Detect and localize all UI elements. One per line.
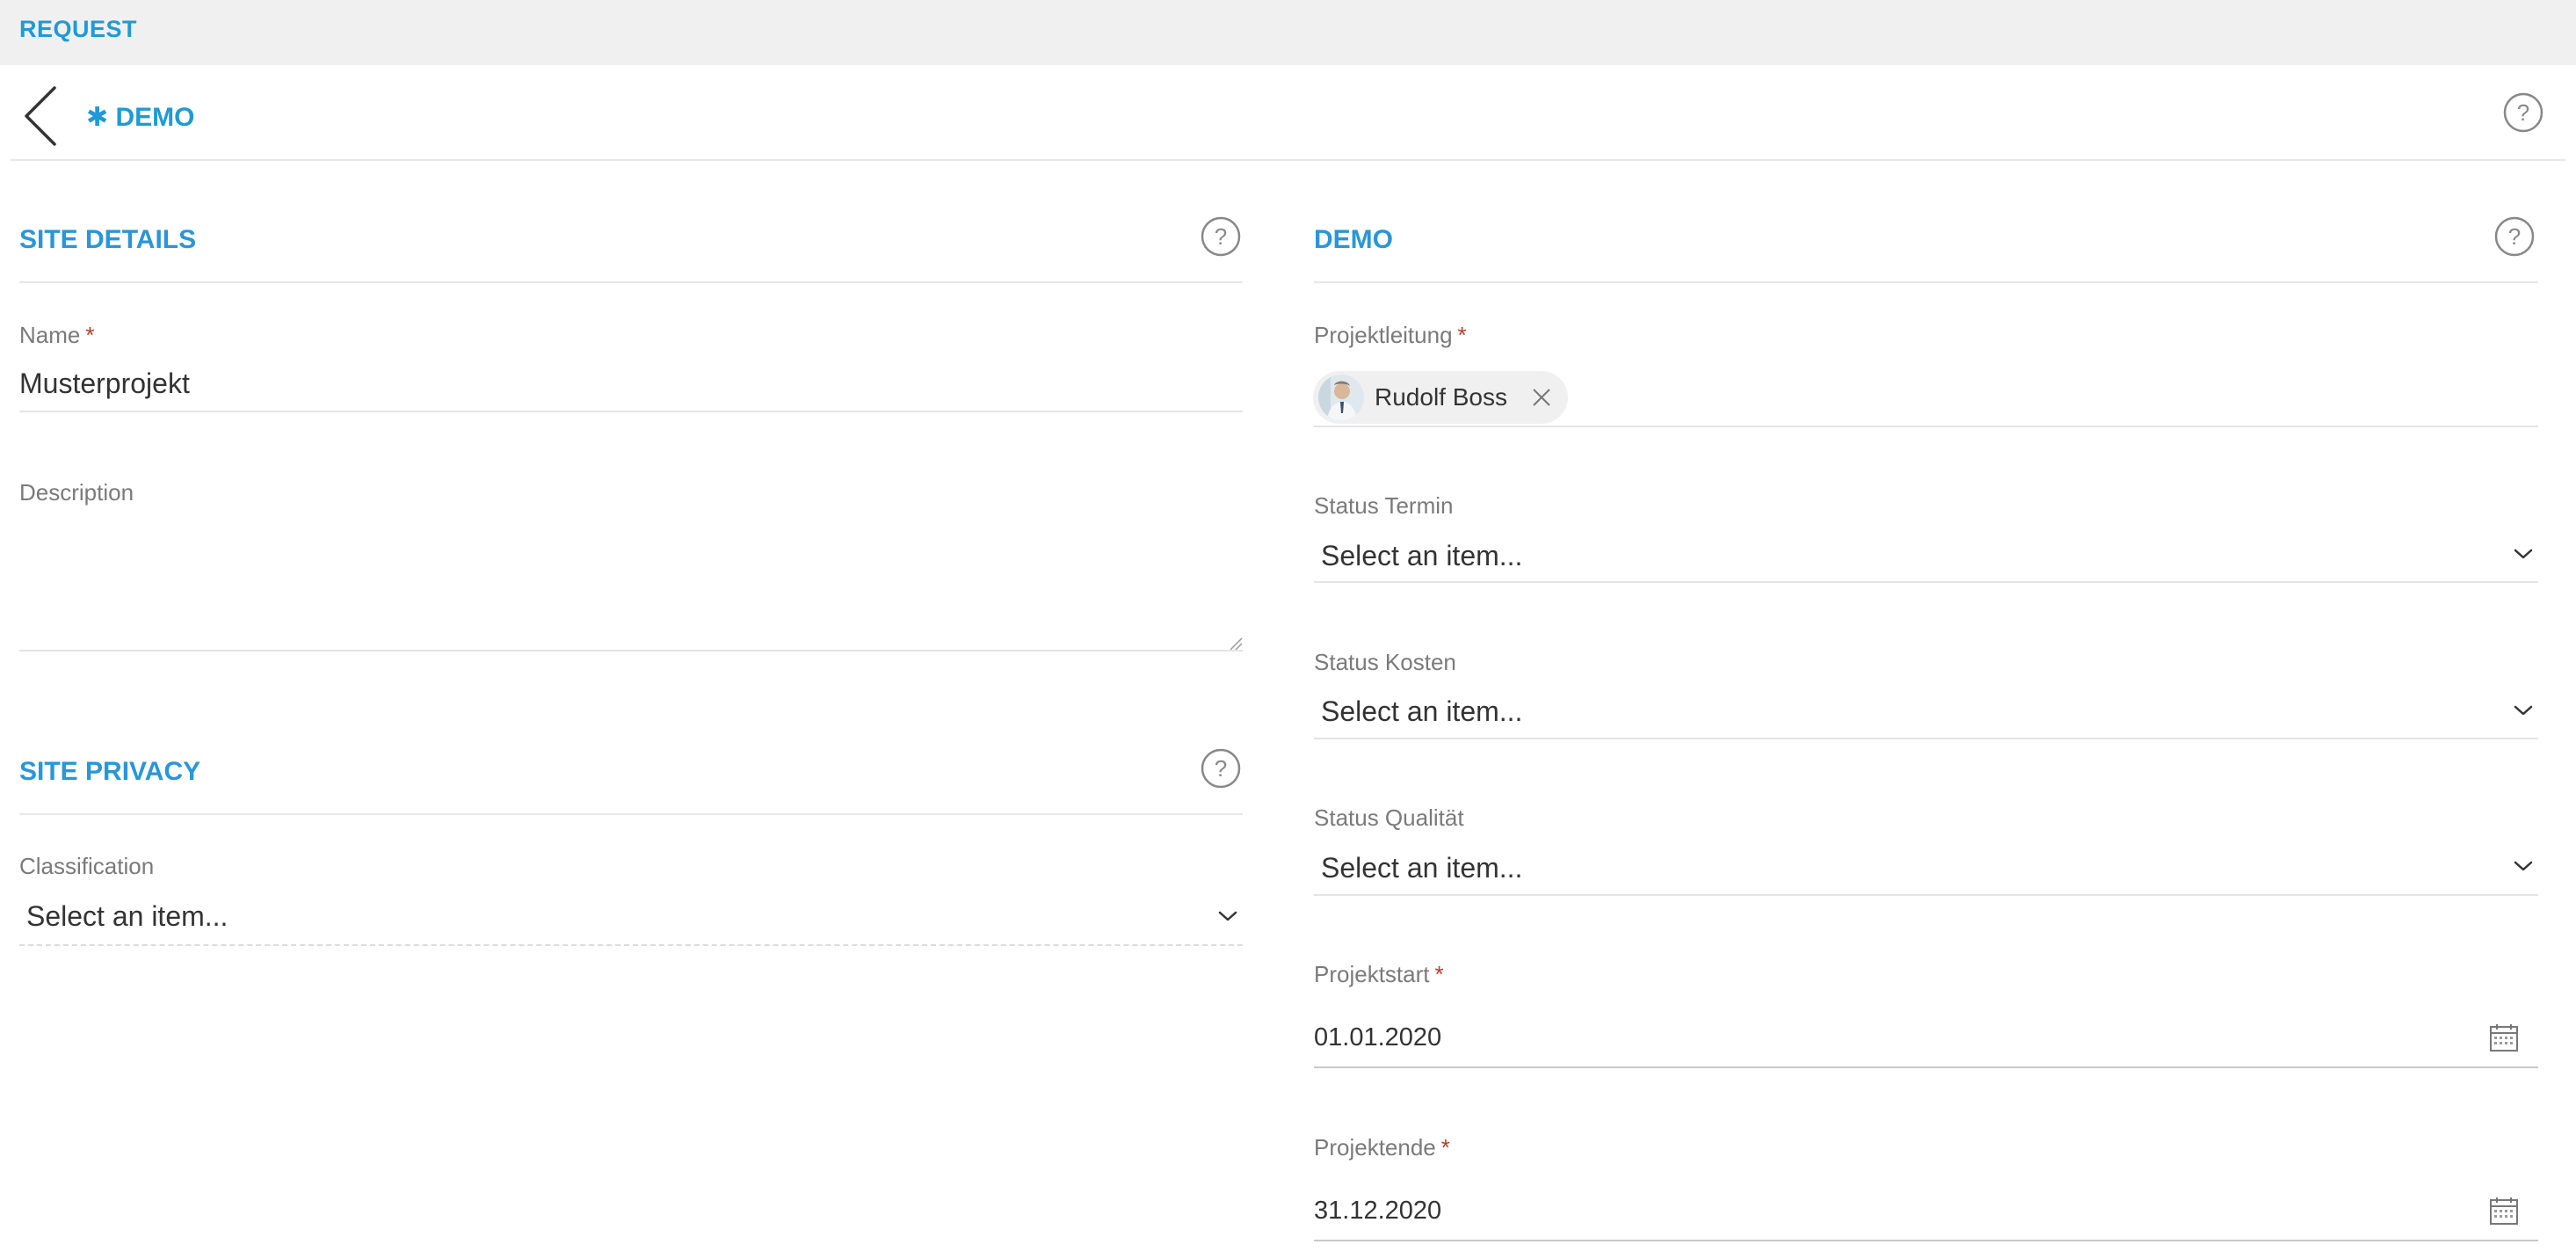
required-marker: * <box>1440 1134 1450 1161</box>
calendar-icon[interactable] <box>2489 1022 2519 1052</box>
chevron-down-icon[interactable] <box>2512 859 2535 873</box>
section-divider <box>19 281 1243 283</box>
avatar <box>1318 375 1364 420</box>
question-circle-icon[interactable]: ? <box>1200 215 1242 258</box>
projektende-label: Projektende * <box>1314 1134 1450 1161</box>
projektleitung-label: Projektleitung * <box>1314 322 1467 348</box>
status-kosten-select[interactable]: Select an item... <box>1321 695 1522 728</box>
question-circle-icon[interactable]: ? <box>2493 215 2536 258</box>
person-name: Rudolf Boss <box>1375 383 1507 411</box>
app-title: REQUEST <box>19 16 138 42</box>
demo-section-title: DEMO <box>1314 225 1393 254</box>
svg-text:?: ? <box>2508 223 2521 250</box>
status-termin-select[interactable]: Select an item... <box>1321 540 1522 572</box>
projektstart-date-input[interactable]: 01.01.2020 <box>1314 1023 1441 1052</box>
required-marker: * <box>85 322 95 348</box>
description-textarea[interactable] <box>19 519 1243 651</box>
projektleitung-underline <box>1314 426 2538 427</box>
required-marker: * <box>1434 961 1444 987</box>
status-kosten-underline <box>1314 738 2538 739</box>
site-privacy-title: SITE PRIVACY <box>19 757 201 786</box>
question-circle-icon[interactable]: ? <box>2502 91 2544 134</box>
projektstart-underline <box>1314 1066 2538 1068</box>
chevron-down-icon[interactable] <box>2512 703 2535 717</box>
svg-text:?: ? <box>1215 755 1227 782</box>
status-termin-underline <box>1314 581 2538 583</box>
name-underline <box>19 411 1243 412</box>
status-qualitaet-label: Status Qualität <box>1314 804 1464 831</box>
projektstart-label: Projektstart * <box>1314 961 1444 987</box>
classification-select[interactable]: Select an item... <box>26 900 228 933</box>
description-underline <box>19 650 1243 651</box>
required-marker: * <box>1457 322 1467 348</box>
status-kosten-label: Status Kosten <box>1314 649 1456 675</box>
section-divider <box>19 813 1243 815</box>
svg-text:?: ? <box>2517 99 2529 126</box>
name-label: Name * <box>19 322 95 348</box>
person-chip[interactable]: Rudolf Boss <box>1313 371 1568 424</box>
classification-label: Classification <box>19 853 155 879</box>
page-title: ✱ DEMO <box>86 103 195 132</box>
calendar-icon[interactable] <box>2489 1196 2519 1226</box>
chevron-down-icon[interactable] <box>2512 547 2535 561</box>
projektende-date-input[interactable]: 31.12.2020 <box>1314 1197 1441 1226</box>
status-qualitaet-select[interactable]: Select an item... <box>1321 852 1522 884</box>
projektende-underline <box>1314 1240 2538 1241</box>
section-divider <box>1314 281 2538 283</box>
close-icon[interactable] <box>1531 387 1552 408</box>
chevron-left-icon[interactable] <box>19 84 63 148</box>
status-termin-label: Status Termin <box>1314 492 1454 519</box>
chevron-down-icon[interactable] <box>1216 909 1239 923</box>
description-label: Description <box>19 479 134 506</box>
svg-text:?: ? <box>1215 223 1227 250</box>
question-circle-icon[interactable]: ? <box>1200 747 1242 790</box>
name-input[interactable]: Musterprojekt <box>19 368 190 400</box>
resize-handle-icon[interactable] <box>1227 635 1243 651</box>
top-bar: REQUEST <box>0 0 2576 65</box>
site-details-title: SITE DETAILS <box>19 225 197 254</box>
page-header: ✱ DEMO ? <box>11 65 2565 161</box>
classification-underline <box>19 944 1243 946</box>
status-qualitaet-underline <box>1314 894 2538 896</box>
